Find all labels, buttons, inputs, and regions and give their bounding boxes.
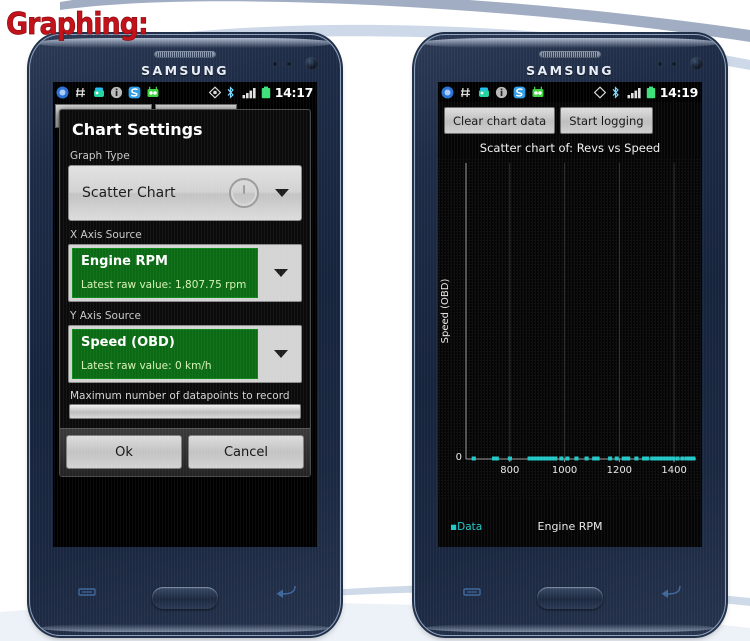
chart-toolbar: Clear chart data Start logging bbox=[438, 102, 702, 134]
chevron-down-icon bbox=[274, 350, 288, 358]
earpiece-speaker bbox=[154, 51, 216, 58]
green-robot-icon bbox=[531, 86, 544, 99]
ok-button[interactable]: Ok bbox=[66, 435, 182, 469]
graph-type-spinner[interactable]: Scatter Chart bbox=[68, 165, 302, 221]
battery-icon bbox=[261, 86, 271, 99]
status-right-left: 14:17 bbox=[208, 85, 314, 100]
svg-text:800: 800 bbox=[500, 465, 519, 476]
brand-logo-left: SAMSUNG bbox=[141, 63, 229, 78]
clock-left: 14:17 bbox=[274, 84, 314, 100]
x-axis-source-spinner[interactable]: Engine RPM Latest raw value: 1,807.75 rp… bbox=[68, 244, 302, 302]
hash-icon bbox=[459, 86, 472, 99]
x-axis-dropdown[interactable] bbox=[261, 245, 301, 301]
svg-text:1200: 1200 bbox=[607, 465, 632, 476]
bluetooth-icon bbox=[610, 85, 623, 99]
front-camera-icon bbox=[690, 57, 703, 70]
x-axis-source-content: Engine RPM Latest raw value: 1,807.75 rp… bbox=[72, 248, 258, 298]
graph-type-label: Graph Type bbox=[70, 150, 130, 162]
svg-text:1400: 1400 bbox=[661, 465, 686, 476]
svg-text:Speed (OBD): Speed (OBD) bbox=[440, 279, 451, 344]
chevron-down-icon bbox=[275, 189, 289, 197]
android-robot-icon bbox=[92, 86, 105, 99]
home-button[interactable] bbox=[152, 587, 218, 609]
hash-icon bbox=[74, 86, 87, 99]
earpiece-speaker bbox=[539, 51, 601, 58]
dialog-title: Chart Settings bbox=[72, 120, 203, 139]
x-axis-source-name: Engine RPM bbox=[81, 254, 168, 269]
s-app-icon bbox=[128, 86, 141, 99]
screen-left[interactable]: 14:17 Chart Settings Graph Type Scatter … bbox=[53, 82, 317, 547]
back-softkey-icon[interactable] bbox=[276, 585, 296, 603]
x-axis-latest-value: Latest raw value: 1,807.75 rpm bbox=[81, 279, 247, 291]
clock-right: 14:19 bbox=[659, 84, 699, 100]
app-circle-icon bbox=[441, 86, 454, 99]
battery-icon bbox=[646, 86, 656, 99]
info-icon bbox=[495, 86, 508, 99]
status-right-right: 14:19 bbox=[593, 85, 699, 100]
max-datapoints-label: Maximum number of datapoints to record bbox=[70, 390, 290, 402]
status-icons-right bbox=[441, 86, 544, 99]
s-app-icon bbox=[513, 86, 526, 99]
front-camera-icon bbox=[305, 57, 318, 70]
light-sensor-icon bbox=[286, 61, 292, 67]
chart-title: Scatter chart of: Revs vs Speed bbox=[479, 141, 661, 155]
back-softkey-icon[interactable] bbox=[661, 585, 681, 603]
y-axis-latest-value: Latest raw value: 0 km/h bbox=[81, 360, 212, 372]
dialog-body: Graph Type Scatter Chart X Axis Source E… bbox=[60, 148, 310, 419]
dialog-button-bar: Ok Cancel bbox=[60, 428, 310, 476]
chart-settings-dialog: Chart Settings Graph Type Scatter Chart … bbox=[59, 109, 311, 477]
page-title: Graphing: bbox=[6, 7, 149, 42]
graph-type-value: Scatter Chart bbox=[82, 185, 176, 201]
chevron-down-icon bbox=[274, 269, 288, 277]
chassis-highlight-top bbox=[421, 38, 719, 48]
y-axis-source-label: Y Axis Source bbox=[70, 310, 141, 322]
proximity-sensor-icon bbox=[657, 61, 663, 67]
phone-right: SAMSUNG 14:19 Clear chart data Start log… bbox=[415, 35, 725, 635]
info-icon bbox=[110, 86, 123, 99]
x-axis-source-label: X Axis Source bbox=[70, 229, 142, 241]
x-axis-title: Engine RPM bbox=[537, 520, 603, 533]
y-axis-source-spinner[interactable]: Speed (OBD) Latest raw value: 0 km/h bbox=[68, 325, 302, 383]
screen-right[interactable]: 14:19 Clear chart data Start logging Sca… bbox=[438, 82, 702, 547]
chassis-highlight-bottom bbox=[425, 624, 715, 632]
y-axis-source-content: Speed (OBD) Latest raw value: 0 km/h bbox=[72, 329, 258, 379]
green-robot-icon bbox=[146, 86, 159, 99]
status-bar-right: 14:19 bbox=[438, 82, 702, 102]
cancel-button[interactable]: Cancel bbox=[188, 435, 304, 469]
start-logging-button[interactable]: Start logging bbox=[560, 107, 653, 134]
chassis-highlight-bottom bbox=[40, 624, 330, 632]
status-bar-left: 14:17 bbox=[53, 82, 317, 102]
light-sensor-icon bbox=[671, 61, 677, 67]
android-robot-icon bbox=[477, 86, 490, 99]
signal-bars-icon bbox=[627, 86, 642, 99]
menu-softkey-icon[interactable] bbox=[78, 585, 96, 603]
y-axis-dropdown[interactable] bbox=[261, 326, 301, 382]
brand-logo-right: SAMSUNG bbox=[526, 63, 614, 78]
svg-text:1000: 1000 bbox=[552, 465, 577, 476]
signal-bars-icon bbox=[242, 86, 257, 99]
max-datapoints-input[interactable] bbox=[69, 404, 301, 419]
y-axis-source-name: Speed (OBD) bbox=[81, 335, 175, 350]
svg-text:0: 0 bbox=[456, 452, 462, 463]
gps-icon bbox=[593, 85, 606, 99]
clear-chart-data-button[interactable]: Clear chart data bbox=[444, 107, 556, 134]
home-button[interactable] bbox=[537, 587, 603, 609]
bluetooth-icon bbox=[225, 85, 238, 99]
progress-ring-icon bbox=[229, 178, 259, 208]
chart-screen: Clear chart data Start logging Scatter c… bbox=[438, 102, 702, 547]
proximity-sensor-icon bbox=[272, 61, 278, 67]
status-icons-left bbox=[56, 86, 159, 99]
menu-softkey-icon[interactable] bbox=[463, 585, 481, 603]
app-circle-icon bbox=[56, 86, 69, 99]
scatter-chart[interactable]: 0 800 1000 1200 1400 Speed (OBD) bbox=[438, 159, 702, 499]
chart-plot-area[interactable]: 0 800 1000 1200 1400 Speed (OBD) ▪Data Engine… bbox=[438, 159, 702, 539]
phone-left: SAMSUNG 14:17 Chart Settings Graph Type … bbox=[30, 35, 340, 635]
gps-icon bbox=[208, 85, 221, 99]
